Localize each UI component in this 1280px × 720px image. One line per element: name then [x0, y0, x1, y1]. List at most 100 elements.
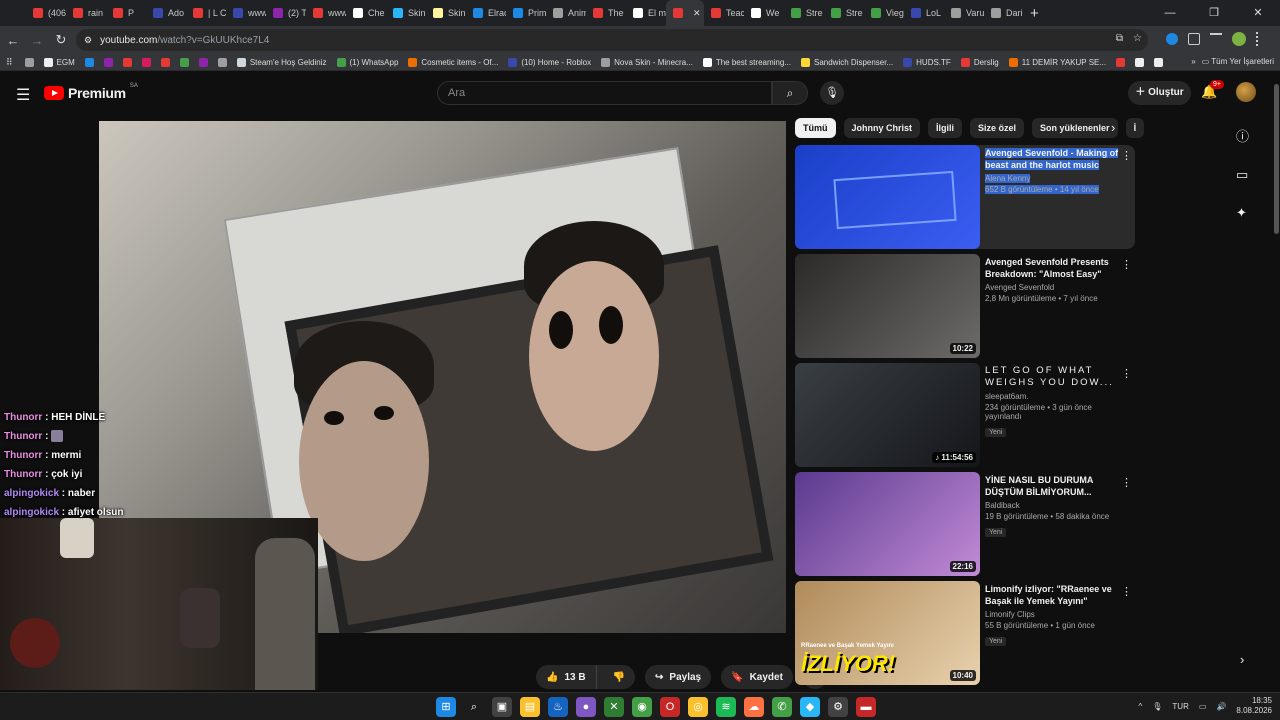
volume-icon[interactable]: 🔊: [1216, 702, 1226, 711]
bookmark-item[interactable]: [141, 57, 151, 67]
share-button[interactable]: ↪ Paylaş: [645, 665, 712, 689]
minimize-button[interactable]: —: [1148, 0, 1192, 26]
hamburger-menu-icon[interactable]: ☰: [16, 85, 30, 105]
chevron-up-icon[interactable]: ^: [1139, 702, 1143, 711]
create-button[interactable]: ＋ Oluştur: [1128, 81, 1191, 105]
search-input[interactable]: Ara: [437, 81, 772, 105]
browser-tab[interactable]: Varu: [944, 0, 984, 26]
puzzle-icon[interactable]: [1188, 33, 1200, 45]
browser-tab[interactable]: Stre: [824, 0, 864, 26]
all-bookmarks-folder[interactable]: ▭ Tüm Yer İşaretleri: [1202, 57, 1274, 66]
browser-tab[interactable]: Anim: [546, 0, 586, 26]
tab-search-icon[interactable]: [1210, 33, 1222, 45]
browser-tab[interactable]: www.: [306, 0, 346, 26]
bookmark-item[interactable]: Derslig: [960, 57, 999, 67]
video-thumbnail[interactable]: ♪ 11:54:56: [795, 363, 980, 467]
bookmark-item[interactable]: [1154, 57, 1164, 67]
bookmark-item[interactable]: [198, 57, 208, 67]
bookmark-item[interactable]: Sandwich Dispenser...: [800, 57, 893, 67]
taskbar-app-icon[interactable]: ⚙: [828, 697, 848, 717]
recommendation-item[interactable]: RRaenee ve Başak Yemek Yayını İZLİYOR! 10:…: [795, 581, 1135, 685]
video-title[interactable]: LET GO OF WHAT WEIGHS YOU DOW...: [985, 365, 1120, 389]
bookmark-item[interactable]: [84, 57, 94, 67]
browser-tab[interactable]: Prim: [506, 0, 546, 26]
maximize-button[interactable]: ❐: [1192, 0, 1236, 26]
browser-tab[interactable]: LoL: [904, 0, 944, 26]
close-tab-icon[interactable]: ✕: [693, 8, 701, 19]
bookmark-item[interactable]: Cosmetic items - Of...: [408, 57, 498, 67]
recommendation-item[interactable]: 10:22 Avenged Sevenfold Presents Breakdow…: [795, 254, 1135, 358]
chevron-right-icon[interactable]: ›: [1240, 652, 1244, 667]
forward-icon[interactable]: →: [26, 33, 48, 48]
more-bookmarks-icon[interactable]: »: [1191, 57, 1195, 66]
browser-tab[interactable]: We: [744, 0, 784, 26]
profile-avatar[interactable]: [1232, 32, 1246, 46]
save-button[interactable]: 🔖 Kaydet: [721, 665, 793, 689]
browser-tab[interactable]: Che: [346, 0, 386, 26]
bookmark-item[interactable]: Steam'e Hoş Geldiniz: [236, 57, 327, 67]
recommendation-item[interactable]: ♪ 11:54:56 LET GO OF WHAT WEIGHS YOU DOW.…: [795, 363, 1135, 467]
close-window-button[interactable]: ✕: [1236, 0, 1280, 26]
bookmark-item[interactable]: [103, 57, 113, 67]
video-title[interactable]: Avenged Sevenfold - Making of beast and …: [985, 147, 1120, 171]
bookmark-item[interactable]: The best streaming...: [702, 57, 791, 67]
channel-name[interactable]: Avenged Sevenfold: [985, 283, 1120, 292]
taskbar-app-icon[interactable]: ▤: [520, 697, 540, 717]
browser-tab[interactable]: Dari: [984, 0, 1024, 26]
filter-chip[interactable]: Size özel: [970, 118, 1025, 138]
bookmark-item[interactable]: HUDS.TF: [903, 57, 951, 67]
voice-search-button[interactable]: 🎙: [820, 81, 844, 105]
bookmark-item[interactable]: EGM: [43, 57, 75, 67]
info-icon[interactable]: ⓘ: [1236, 126, 1249, 145]
browser-tab[interactable]: Stre: [784, 0, 824, 26]
kebab-menu-icon[interactable]: ⋮: [1121, 258, 1132, 271]
recommendation-item[interactable]: Avenged Sevenfold - Making of beast and …: [795, 145, 1135, 249]
chevron-right-icon[interactable]: ›: [1111, 120, 1115, 135]
video-thumbnail[interactable]: RRaenee ve Başak Yemek Yayını İZLİYOR! 10:…: [795, 581, 980, 685]
taskbar-app-icon[interactable]: ◎: [688, 697, 708, 717]
bookmark-item[interactable]: [217, 57, 227, 67]
browser-tab[interactable]: Ado: [146, 0, 186, 26]
dislike-button[interactable]: 👎: [603, 672, 635, 683]
kebab-menu-icon[interactable]: ⋮: [1121, 367, 1132, 380]
extension-icon[interactable]: [1166, 33, 1178, 45]
browser-tab[interactable]: (2) T: [266, 0, 306, 26]
reload-icon[interactable]: ↻: [50, 32, 72, 48]
network-icon[interactable]: ▭: [1199, 702, 1207, 711]
browser-tab[interactable]: El m: [626, 0, 666, 26]
bookmark-item[interactable]: Nova Skin - Minecra...: [601, 57, 693, 67]
taskbar-app-icon[interactable]: ◆: [800, 697, 820, 717]
channel-name[interactable]: sleepat6am.: [985, 392, 1120, 401]
browser-tab[interactable]: www.: [226, 0, 266, 26]
bookmark-item[interactable]: (1) WhatsApp: [336, 57, 398, 67]
browser-tab[interactable]: Skin: [386, 0, 426, 26]
browser-tab[interactable]: (406: [26, 0, 66, 26]
browser-tab[interactable]: rain: [66, 0, 106, 26]
bookmark-item[interactable]: [1135, 57, 1145, 67]
address-bar[interactable]: ⚙ youtube.com/watch?v=GkUUKhce7L4 ⧉ ☆: [76, 29, 1148, 51]
video-title[interactable]: Limonify izliyor: "RRaenee ve Başak ile …: [985, 583, 1120, 607]
youtube-premium-logo[interactable]: Premium SA: [44, 83, 138, 101]
bookmark-star-icon[interactable]: ☆: [1133, 33, 1142, 44]
filter-chip[interactable]: İlgili: [928, 118, 963, 138]
browser-tab[interactable]: | L C: [186, 0, 226, 26]
taskbar-app-icon[interactable]: ☁: [744, 697, 764, 717]
bookmark-item[interactable]: 11 DEMİR YAKUP SE...: [1008, 57, 1106, 67]
taskbar-app-icon[interactable]: ✆: [772, 697, 792, 717]
taskbar-app-icon[interactable]: ◉: [632, 697, 652, 717]
browser-tab[interactable]: The: [586, 0, 626, 26]
bookmark-item[interactable]: [122, 57, 132, 67]
apps-grid-icon[interactable]: ⠿: [6, 57, 13, 68]
browser-tab[interactable]: P: [106, 0, 146, 26]
video-title[interactable]: Avenged Sevenfold Presents Breakdown: "A…: [985, 256, 1120, 280]
browser-tab[interactable]: Elrac: [466, 0, 506, 26]
video-thumbnail[interactable]: 10:22: [795, 254, 980, 358]
video-title[interactable]: YİNE NASIL BU DURUMA DÜŞTÜM BİLMİYORUM..…: [985, 474, 1120, 498]
bookmark-item[interactable]: (10) Home - Roblox: [508, 57, 591, 67]
bookmark-item[interactable]: [179, 57, 189, 67]
notifications-button[interactable]: 🔔 9+: [1201, 80, 1224, 100]
channel-name[interactable]: Alena Kenny: [985, 174, 1120, 183]
taskbar-app-icon[interactable]: O: [660, 697, 680, 717]
filter-chip[interactable]: Johnny Christ: [843, 118, 921, 138]
account-avatar[interactable]: [1236, 82, 1256, 102]
